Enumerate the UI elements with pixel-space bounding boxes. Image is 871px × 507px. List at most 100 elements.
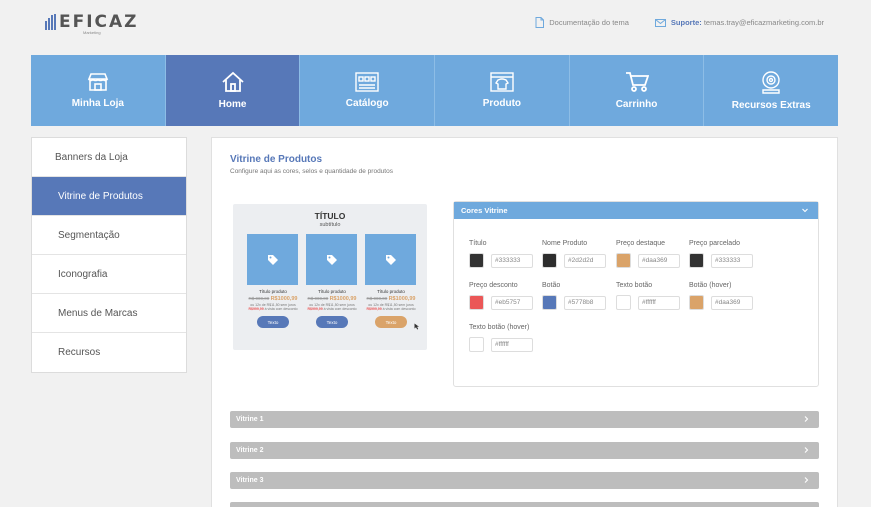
nav-item-minha-loja[interactable]: Minha Loja: [31, 55, 166, 126]
color-field: Texto botão #ffffff: [616, 282, 696, 310]
discount-price: R$999,99 à vista com desconto: [306, 307, 358, 311]
color-field: Nome Produto #2d2d2d: [542, 240, 622, 268]
sidebar-item-banners[interactable]: Banners da Loja: [32, 138, 186, 177]
preview-card: Título produto R$ 000,00 R$1000,99 ou 12…: [365, 234, 419, 330]
documentation-link[interactable]: Documentação do tema: [535, 17, 629, 28]
color-label: Botão: [542, 282, 561, 289]
color-hex-input[interactable]: #ffffff: [491, 337, 533, 352]
sidebar-item-iconografia[interactable]: Iconografia: [32, 255, 186, 294]
discount-value: R$999,99: [366, 307, 382, 311]
documentation-label: Documentação do tema: [549, 18, 629, 27]
product-price: R$ 000,00 R$1000,99: [247, 296, 299, 302]
main-panel: Vitrine de Produtos Configure aqui as co…: [211, 137, 838, 507]
nav-item-carrinho[interactable]: Carrinho: [570, 55, 705, 126]
nav-item-produto[interactable]: Produto: [435, 55, 570, 126]
color-hex-input[interactable]: #eb5757: [491, 295, 533, 310]
page-subtitle: Configure aqui as cores, selos e quantid…: [230, 168, 393, 175]
mail-icon: [654, 18, 666, 27]
sidebar-item-recursos[interactable]: Recursos: [32, 333, 186, 372]
product-name: Título produto: [259, 289, 287, 294]
chevron-right-icon: [804, 477, 809, 483]
discount-value: R$999,99: [248, 307, 264, 311]
color-label: Nome Produto: [542, 240, 588, 247]
discount-text: à vista com desconto: [323, 307, 357, 311]
color-swatch[interactable]: [542, 253, 557, 268]
product-image: [365, 234, 416, 285]
accordion-label: Vitrine 1: [236, 416, 264, 423]
product-name: Título produto: [318, 289, 346, 294]
color-label: Botão (hover): [689, 282, 732, 289]
nav-label: Minha Loja: [71, 98, 124, 109]
accordion-vitrine-3[interactable]: Vitrine 3: [230, 472, 819, 489]
tag-icon: [267, 254, 278, 265]
color-swatch[interactable]: [469, 295, 484, 310]
old-price: R$ 000,00: [307, 296, 329, 301]
color-hex-input[interactable]: #333333: [711, 253, 753, 268]
sidebar: Banners da Loja Vitrine de Produtos Segm…: [31, 137, 187, 373]
color-hex-input[interactable]: #5778b8: [564, 295, 606, 310]
color-hex-input[interactable]: #daa369: [711, 295, 753, 310]
extras-icon: [762, 71, 780, 94]
tag-icon: [326, 254, 337, 265]
discount-price: R$999,99 à vista com desconto: [247, 307, 299, 311]
color-swatch[interactable]: [542, 295, 557, 310]
nav-item-catalogo[interactable]: Catálogo: [300, 55, 436, 126]
color-hex-input[interactable]: #ffffff: [638, 295, 680, 310]
color-swatch[interactable]: [616, 295, 631, 310]
accordion-partial[interactable]: [230, 502, 819, 507]
old-price: R$ 000,00: [248, 296, 270, 301]
highlight-price: R$1000,99: [270, 296, 298, 302]
sidebar-item-vitrine[interactable]: Vitrine de Produtos: [32, 177, 186, 216]
nav-label: Produto: [482, 98, 522, 109]
nav-label: Recursos Extras: [731, 100, 811, 111]
color-label: Preço destaque: [616, 240, 666, 247]
preview-button-hover: Texto: [375, 316, 407, 328]
sidebar-item-menus-marcas[interactable]: Menus de Marcas: [32, 294, 186, 333]
color-field: Botão (hover) #daa369: [689, 282, 769, 310]
discount-text: à vista com desconto: [382, 307, 416, 311]
discount-price: R$999,99 à vista com desconto: [365, 307, 417, 311]
color-swatch[interactable]: [689, 253, 704, 268]
color-hex-input[interactable]: #2d2d2d: [564, 253, 606, 268]
eficaz-logo: EFICAZ Marketing: [45, 13, 139, 35]
discount-value: R$999,99: [307, 307, 323, 311]
nav-item-home[interactable]: Home: [165, 55, 301, 126]
color-hex-input[interactable]: #333333: [491, 253, 533, 268]
color-swatch[interactable]: [689, 295, 704, 310]
color-swatch[interactable]: [469, 253, 484, 268]
nav-label: Carrinho: [615, 99, 658, 110]
accordion-label: Vitrine 3: [236, 477, 264, 484]
cursor-icon: [414, 323, 419, 330]
color-field: Botão #5778b8: [542, 282, 622, 310]
accordion-vitrine-2[interactable]: Vitrine 2: [230, 442, 819, 459]
old-price: R$ 000,00: [366, 296, 388, 301]
color-label: Título: [469, 240, 487, 247]
document-icon: [535, 17, 545, 28]
support-link[interactable]: Suporte: temas.tray@eficazmarketing.com.…: [654, 18, 824, 27]
page-title: Vitrine de Produtos: [230, 154, 323, 165]
preview-subtitle: subtítulo: [319, 222, 341, 228]
accordion-vitrine-1[interactable]: Vitrine 1: [230, 411, 819, 428]
preview-card: Título produto R$ 000,00 R$1000,99 ou 12…: [247, 234, 299, 328]
color-swatch[interactable]: [469, 337, 484, 352]
color-hex-input[interactable]: #daa369: [638, 253, 680, 268]
nav-label: Home: [218, 99, 247, 110]
color-field: Texto botão (hover) #ffffff: [469, 324, 549, 352]
logo-bars-icon: [45, 14, 56, 30]
support-label: Suporte:: [670, 18, 702, 27]
colors-panel-header[interactable]: Cores Vitrine: [454, 202, 818, 219]
sidebar-item-segmentacao[interactable]: Segmentação: [32, 216, 186, 255]
color-swatch[interactable]: [616, 253, 631, 268]
preview-card: Título produto R$ 000,00 R$1000,99 ou 12…: [306, 234, 358, 328]
nav-item-recursos-extras[interactable]: Recursos Extras: [704, 55, 838, 126]
catalog-icon: [355, 72, 379, 92]
color-field: Preço desconto #eb5757: [469, 282, 549, 310]
home-icon: [221, 71, 244, 92]
header-links: Documentação do tema Suporte: temas.tray…: [535, 17, 824, 28]
cart-icon: [625, 72, 649, 92]
showcase-preview: TÍTULO subtítulo Título produto R$ 000,0…: [233, 204, 427, 350]
color-label: Texto botão (hover): [469, 324, 530, 331]
color-label: Preço parcelado: [689, 240, 740, 247]
product-name: Título produto: [377, 289, 405, 294]
color-label: Texto botão: [616, 282, 653, 289]
